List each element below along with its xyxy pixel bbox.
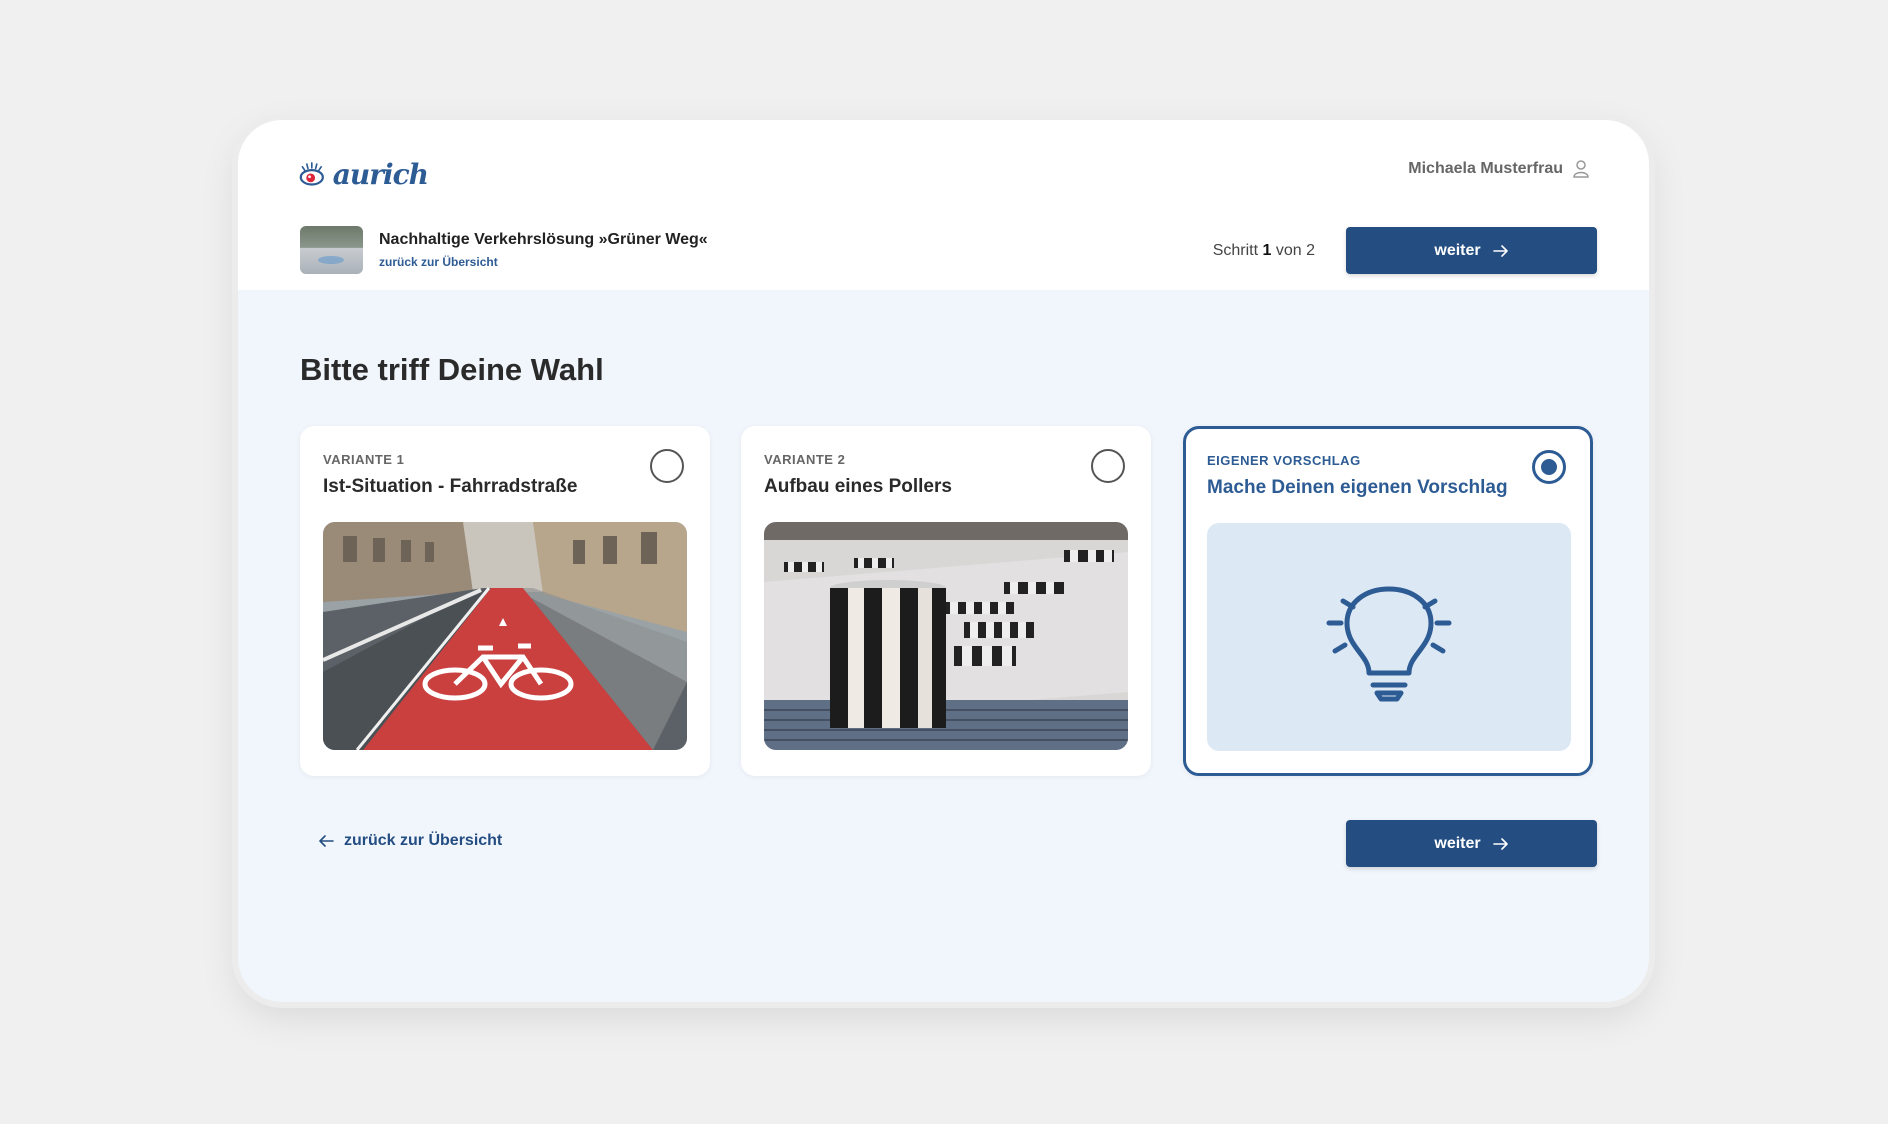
next-button-label: weiter: [1434, 834, 1481, 852]
option-title: Aufbau eines Pollers: [764, 476, 952, 497]
bike-lane-photo: [323, 522, 687, 750]
option-card-eigener-vorschlag[interactable]: EIGENER VORSCHLAG Mache Deinen eigenen V…: [1183, 426, 1593, 776]
step-prefix: Schritt: [1212, 242, 1259, 259]
option-radio-unselected[interactable]: [1091, 449, 1125, 483]
arrow-left-icon: [319, 835, 334, 847]
header-bar: aurich Michaela Musterfrau Nachhaltige V…: [238, 120, 1649, 290]
option-card-variante-1[interactable]: VARIANTE 1 Ist-Situation - Fahrradstraße: [300, 426, 710, 776]
back-link-label: zurück zur Übersicht: [344, 832, 503, 849]
eye-logo-icon: [299, 162, 324, 186]
project-title: Nachhaltige Verkehrslösung »Grüner Weg«: [379, 231, 708, 248]
logo-text: aurich: [332, 157, 429, 191]
option-radio-unselected[interactable]: [650, 449, 684, 483]
option-title: Mache Deinen eigenen Vorschlag: [1207, 477, 1508, 498]
project-info: Nachhaltige Verkehrslösung »Grüner Weg« …: [300, 226, 708, 274]
option-card-variante-2[interactable]: VARIANTE 2 Aufbau eines Pollers: [741, 426, 1151, 776]
option-tag: VARIANTE 2: [764, 452, 846, 467]
lightbulb-icon: [1326, 586, 1452, 702]
next-button-label: weiter: [1434, 241, 1481, 259]
bollards-photo: [764, 522, 1128, 750]
option-tag: EIGENER VORSCHLAG: [1207, 453, 1361, 468]
project-back-link[interactable]: zurück zur Übersicht: [379, 255, 708, 269]
aurich-logo[interactable]: aurich: [298, 150, 429, 198]
step-middle: von: [1275, 242, 1302, 259]
arrow-right-icon: [1492, 837, 1508, 850]
project-thumbnail: [300, 226, 363, 274]
option-radio-selected[interactable]: [1532, 450, 1566, 484]
user-name: Michaela Musterfrau: [1408, 160, 1563, 177]
app-window: aurich Michaela Musterfrau Nachhaltige V…: [238, 120, 1649, 1002]
next-button-bottom[interactable]: weiter: [1346, 820, 1597, 867]
option-title: Ist-Situation - Fahrradstraße: [323, 476, 578, 497]
back-to-overview-link[interactable]: zurück zur Übersicht: [318, 832, 502, 850]
page-title: Bitte triff Deine Wahl: [300, 352, 604, 387]
own-proposal-illustration: [1207, 523, 1571, 751]
step-current: 1: [1262, 242, 1272, 259]
step-total: 2: [1306, 242, 1315, 259]
arrow-right-icon: [1492, 244, 1508, 257]
step-indicator: Schritt 1 von 2: [1213, 242, 1315, 260]
user-menu[interactable]: Michaela Musterfrau: [1408, 160, 1589, 178]
option-tag: VARIANTE 1: [323, 452, 405, 467]
user-icon: [1573, 160, 1589, 178]
next-button-top[interactable]: weiter: [1346, 227, 1597, 274]
